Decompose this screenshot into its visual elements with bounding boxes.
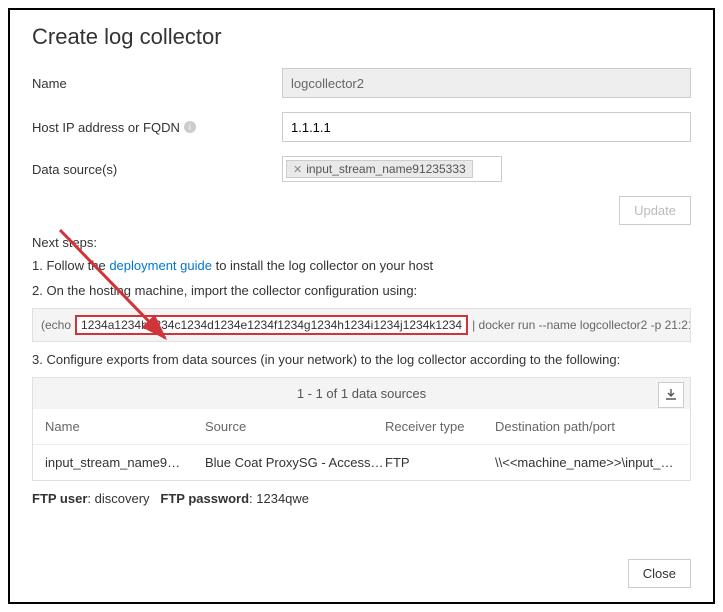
table-summary: 1 - 1 of 1 data sources <box>297 386 426 401</box>
ftp-user-value: discovery <box>95 491 150 506</box>
table-row: input_stream_name9… Blue Coat ProxySG - … <box>33 445 690 480</box>
row-datasource: Data source(s) ✕ input_stream_name912353… <box>32 156 691 182</box>
col-receiver: Receiver type <box>385 419 495 434</box>
close-button[interactable]: Close <box>628 559 691 588</box>
label-name: Name <box>32 76 282 91</box>
dialog: Create log collector Name Host IP addres… <box>8 8 715 604</box>
row-name: Name <box>32 68 691 98</box>
credentials: FTP user: discovery FTP password: 1234qw… <box>32 491 691 506</box>
table-header: Name Source Receiver type Destination pa… <box>33 409 690 445</box>
ftp-user-label: FTP user <box>32 491 87 506</box>
download-icon <box>665 389 677 401</box>
table-summary-row: 1 - 1 of 1 data sources <box>33 378 690 409</box>
label-host-text: Host IP address or FQDN <box>32 120 180 135</box>
col-destination: Destination path/port <box>495 419 678 434</box>
ftp-pass-label: FTP password <box>160 491 249 506</box>
name-input[interactable] <box>282 68 691 98</box>
page-title: Create log collector <box>32 24 691 50</box>
cell-destination: \\<<machine_name>>\input_stre… <box>495 455 678 470</box>
cmd-suffix: | docker run --name logcollector2 -p 21:… <box>472 318 691 332</box>
deployment-guide-link[interactable]: deployment guide <box>109 258 212 273</box>
datasource-select[interactable]: ✕ input_stream_name91235333 <box>282 156 502 182</box>
step-2: 2. On the hosting machine, import the co… <box>32 283 691 298</box>
col-source: Source <box>205 419 385 434</box>
remove-tag-icon[interactable]: ✕ <box>293 163 302 176</box>
download-button[interactable] <box>658 382 684 408</box>
step-1: 1. Follow the deployment guide to instal… <box>32 258 691 273</box>
col-name: Name <box>45 419 205 434</box>
info-icon[interactable]: i <box>184 121 196 133</box>
host-input[interactable] <box>282 112 691 142</box>
datasource-tag[interactable]: ✕ input_stream_name91235333 <box>286 160 473 178</box>
cell-name: input_stream_name9… <box>45 455 205 470</box>
step-3: 3. Configure exports from data sources (… <box>32 352 691 367</box>
cmd-prefix: (echo <box>41 318 71 332</box>
label-datasource: Data source(s) <box>32 162 282 177</box>
ftp-pass-value: 1234qwe <box>256 491 309 506</box>
update-button[interactable]: Update <box>619 196 691 225</box>
command-box[interactable]: (echo 1234a1234b1234c1234d1234e1234f1234… <box>32 308 691 342</box>
datasource-table: 1 - 1 of 1 data sources Name Source Rece… <box>32 377 691 481</box>
row-host: Host IP address or FQDN i <box>32 112 691 142</box>
next-steps-heading: Next steps: <box>32 235 691 250</box>
cell-receiver: FTP <box>385 455 495 470</box>
datasource-tag-label: input_stream_name91235333 <box>306 162 465 176</box>
cell-source: Blue Coat ProxySG - Access l… <box>205 455 385 470</box>
cmd-token: 1234a1234b1234c1234d1234e1234f1234g1234h… <box>75 315 468 335</box>
label-host: Host IP address or FQDN i <box>32 120 282 135</box>
